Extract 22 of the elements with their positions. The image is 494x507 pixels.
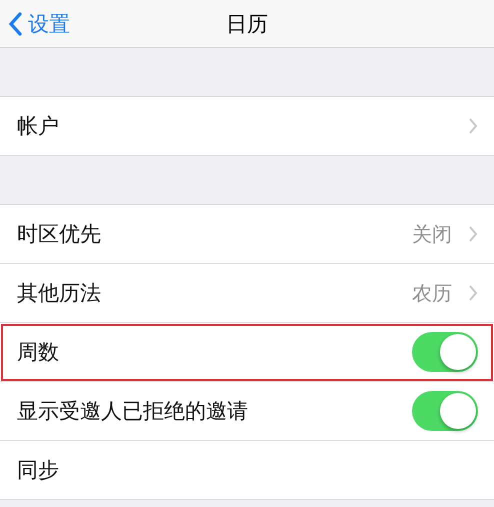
row-label: 同步 [17,457,60,484]
toggle-switch[interactable] [412,332,478,372]
row-value: 关闭 [412,220,452,248]
back-button[interactable]: 设置 [0,10,70,38]
row-label: 显示受邀人已拒绝的邀请 [17,398,249,425]
row-label: 帐户 [17,113,60,140]
chevron-right-icon [468,284,478,302]
settings-row[interactable]: 同步 [0,441,494,500]
settings-row[interactable]: 其他历法 农历 [0,264,494,323]
settings-row[interactable]: 显示受邀人已拒绝的邀请 [0,382,494,441]
row-label: 其他历法 [17,280,102,307]
toggle-switch[interactable] [412,391,478,431]
chevron-right-icon [468,225,478,243]
screen-title: 日历 [226,10,268,38]
settings-row[interactable]: 时区优先 关闭 [0,205,494,264]
row-label: 周数 [17,339,60,366]
back-chevron-icon [8,12,22,36]
row-value: 农历 [412,280,452,306]
chevron-right-icon [468,117,478,135]
row-label: 时区优先 [17,221,102,248]
settings-row[interactable]: 帐户 [0,97,494,156]
highlighted-settings-row[interactable]: 周数 [0,323,494,382]
